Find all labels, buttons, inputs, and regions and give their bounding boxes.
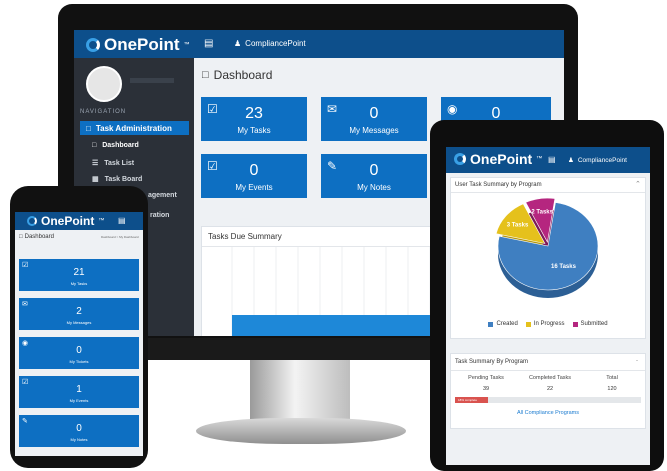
legend-item-in-progress[interactable]: In Progress: [525, 321, 565, 327]
table-cell: 39: [482, 386, 490, 392]
sidebar-item-task-board[interactable]: ▦ Task Board: [92, 175, 142, 184]
list-icon: ☰: [92, 160, 99, 167]
tile-my-events[interactable]: ☑ 1 My Events: [19, 376, 139, 408]
logo-icon: [454, 153, 466, 165]
monitor-icon: □: [19, 234, 23, 240]
collapse-icon[interactable]: -: [636, 358, 638, 364]
board-icon: ▦: [92, 176, 99, 183]
column-header: Completed Tasks: [528, 375, 572, 381]
logo-icon: [27, 216, 37, 226]
logo-icon: [86, 38, 100, 52]
avatar[interactable]: [86, 66, 122, 102]
panel-title: Tasks Due Summary: [208, 232, 282, 241]
legend-swatch: [488, 321, 494, 327]
panel-divider: [451, 192, 645, 193]
monitor-stand: [250, 360, 350, 422]
legend-item-created[interactable]: Created: [488, 321, 518, 327]
menu-toggle-icon[interactable]: ▤: [118, 216, 126, 225]
menu-toggle-icon[interactable]: ▤: [548, 155, 556, 164]
chart-bar: [232, 315, 432, 336]
column-header: Total: [606, 375, 618, 381]
tile-my-notes[interactable]: ✎ 0 My Notes: [321, 154, 427, 198]
legend-swatch: [525, 321, 531, 327]
tablet-screen: OnePoint ™ ▤ ♟ CompliancePoint User Task …: [446, 147, 650, 465]
chart-legend: Created In Progress Submitted: [451, 321, 645, 327]
tile-my-messages[interactable]: ✉ 2 My Messages: [19, 298, 139, 330]
sidebar-item-task-list[interactable]: ☰ Task List: [92, 159, 134, 168]
monitor-icon: □: [86, 123, 91, 133]
tile-my-tickets[interactable]: ◉ 0 My Tickets: [19, 337, 139, 369]
user-menu[interactable]: ♟ CompliancePoint: [568, 156, 627, 165]
page-title: □ Dashboard: [202, 68, 273, 82]
pie-data-label: 16 Tasks: [551, 264, 577, 270]
tile-my-notes[interactable]: ✎ 0 My Notes: [19, 415, 139, 447]
tile-my-tasks[interactable]: ☑ 23 My Tasks: [201, 97, 307, 141]
top-navbar: OnePoint ™ ▤ ♟ CompliancePoint: [74, 30, 564, 58]
task-summary-by-program-panel: Task Summary By Program - Pending Tasks …: [450, 353, 646, 429]
phone-screen: OnePoint ™ ▤ □ Dashboard Dashboard > My D…: [15, 212, 143, 456]
pie-chart: 16 Tasks 3 Tasks2 Tasks: [495, 197, 599, 298]
monitor-icon: □: [92, 142, 97, 149]
progress-track: 18% complete: [455, 397, 641, 403]
phone-navbar: OnePoint ™ ▤: [15, 212, 143, 230]
task-summary-panel: User Task Summary by Program ⌃ 16 Tasks 3…: [450, 177, 646, 339]
sidebar-item-management[interactable]: agement: [148, 192, 177, 199]
brand-logo[interactable]: OnePoint ™: [86, 35, 190, 55]
tile-my-messages[interactable]: ✉ 0 My Messages: [321, 97, 427, 141]
table-cell: 22: [546, 386, 554, 392]
breadcrumb[interactable]: Dashboard > My Dashboard: [101, 235, 139, 239]
column-header: Pending Tasks: [468, 375, 504, 381]
page-title: □ Dashboard: [19, 234, 54, 240]
progress-fill: 18% complete: [455, 397, 489, 403]
tablet-navbar: OnePoint ™ ▤ ♟ CompliancePoint: [446, 147, 650, 173]
tile-my-events[interactable]: ☑ 0 My Events: [201, 154, 307, 198]
brand-logo[interactable]: OnePoint ™: [454, 151, 542, 167]
legend-swatch: [572, 321, 578, 327]
panel-title: Task Summary By Program: [455, 359, 529, 365]
user-icon: ♟: [568, 157, 574, 164]
user-icon: ♟: [234, 39, 242, 48]
collapse-icon[interactable]: ⌃: [635, 180, 641, 188]
tile-my-tasks[interactable]: ☑ 21 My Tasks: [19, 259, 139, 291]
brand-logo[interactable]: OnePoint ™: [27, 214, 104, 228]
table-cell: 120: [607, 386, 617, 392]
legend-item-submitted[interactable]: Submitted: [572, 321, 608, 327]
sidebar-item-task-administration[interactable]: □ Task Administration: [80, 121, 189, 135]
pie-data-label: 2 Tasks: [531, 210, 553, 216]
pie-data-label: 3 Tasks: [507, 222, 529, 228]
user-name-placeholder: [130, 78, 174, 83]
nav-heading: NAVIGATION: [80, 109, 127, 115]
panel-divider: [451, 370, 645, 371]
menu-toggle-icon[interactable]: ▤: [204, 38, 213, 49]
sidebar-item-administration[interactable]: ration: [150, 212, 169, 219]
monitor-icon: □: [202, 69, 209, 81]
sidebar-item-dashboard[interactable]: □ Dashboard: [92, 142, 139, 149]
user-menu[interactable]: ♟ CompliancePoint: [234, 39, 306, 48]
panel-title: User Task Summary by Program: [455, 182, 542, 188]
all-programs-link[interactable]: All Compliance Programs: [451, 410, 645, 416]
monitor-stand-base: [196, 418, 406, 444]
